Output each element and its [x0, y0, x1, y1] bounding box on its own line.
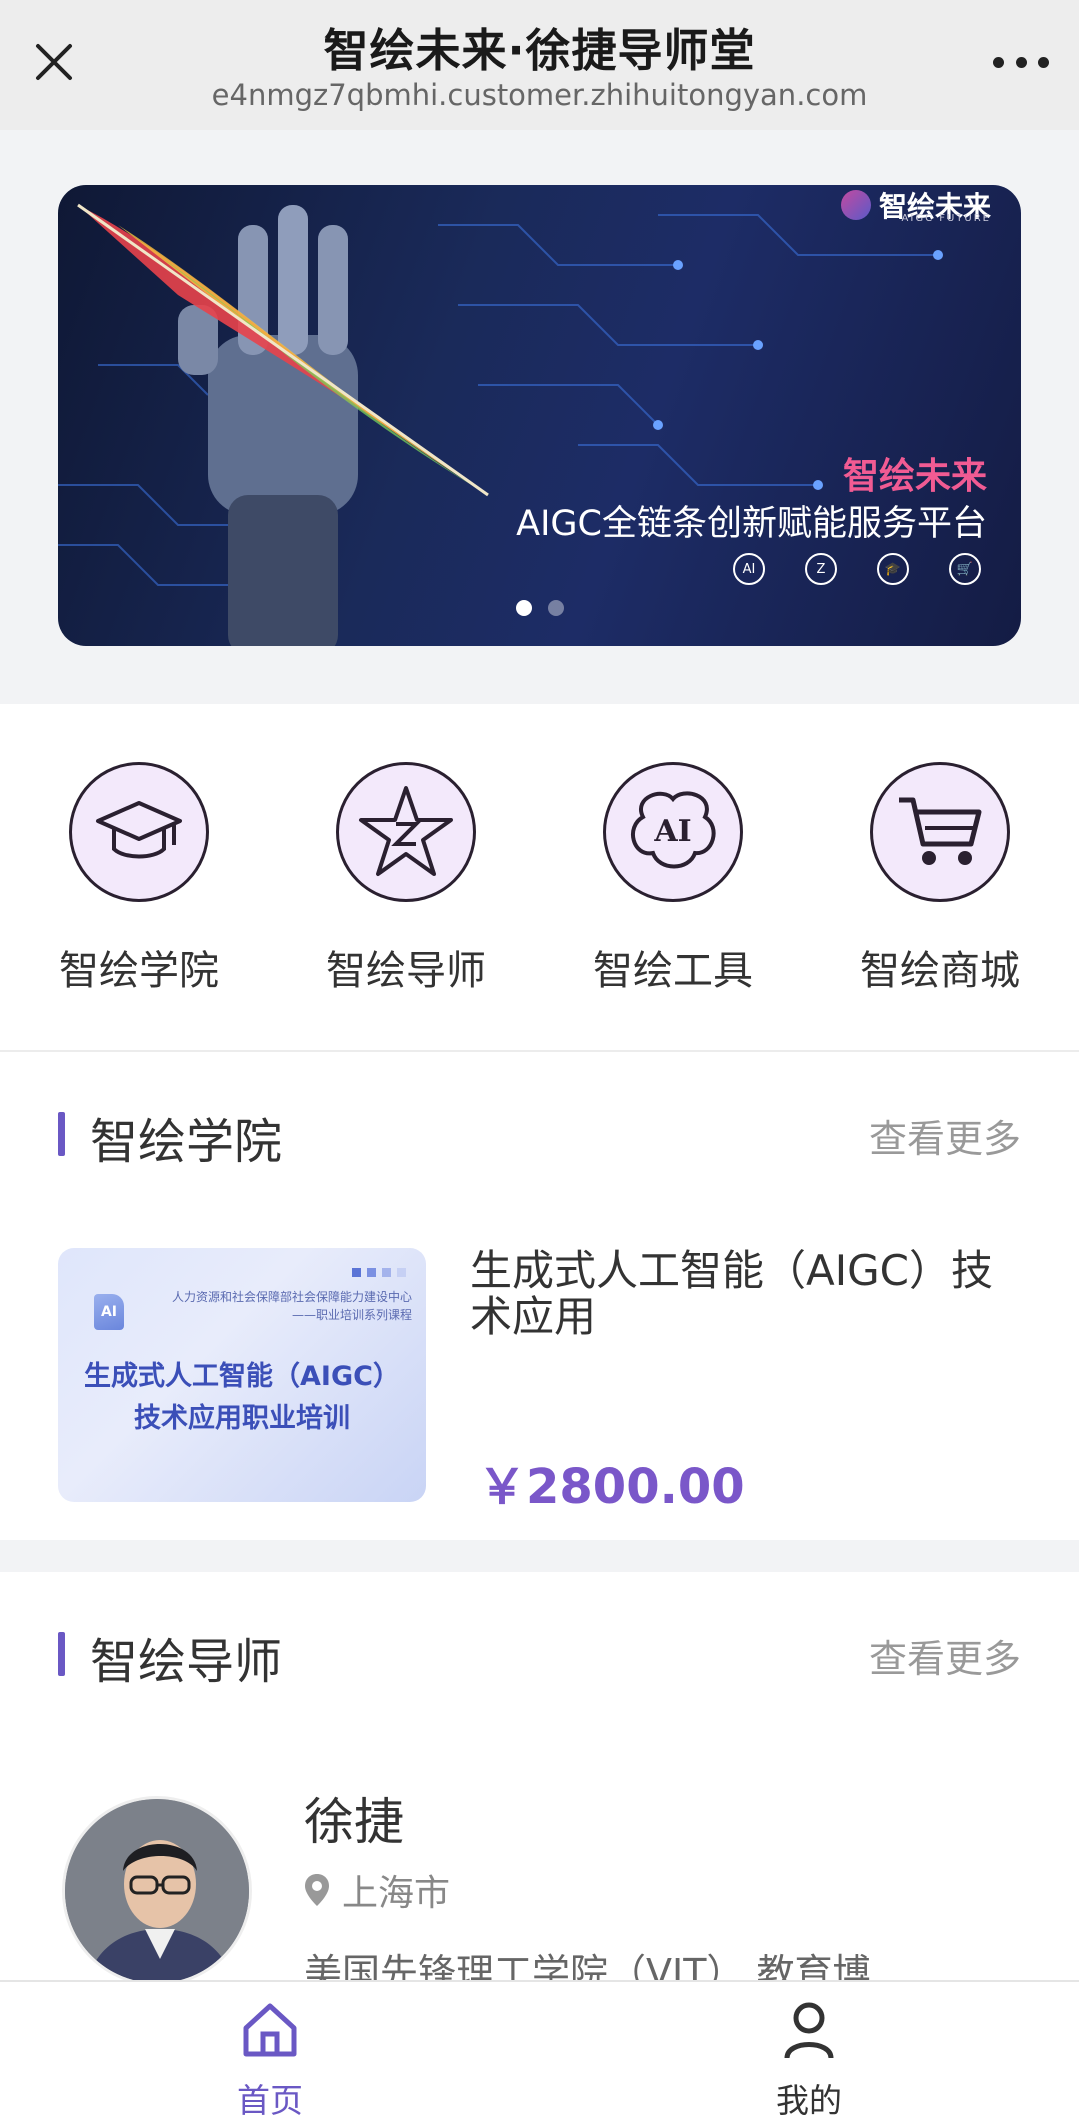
banner-carousel[interactable]: 智绘未来 AIGC FUTURE 智绘未来 AIGC全链条创新赋能服务平台 AI… [58, 185, 1021, 646]
tab-home-label: 首页 [237, 2081, 303, 2119]
page-title: 智绘未来·徐捷导师堂 [323, 24, 756, 77]
banner-logo: 智绘未来 AIGC FUTURE [840, 185, 991, 225]
ai-mini-icon: AI [733, 553, 765, 585]
tab-mine[interactable]: 我的 [709, 2000, 909, 2119]
tutor-location: 上海市 [304, 1864, 450, 1916]
quick-nav: 智绘学院 智绘导师 AI 智绘工具 智绘商城 [0, 704, 1079, 1050]
course-title[interactable]: 生成式人工智能（AIGC）技术应用 [470, 1248, 1010, 1340]
quicknav-tutor[interactable]: 智绘导师 [306, 762, 506, 996]
course-thumbnail[interactable]: AI 人力资源和社会保障部社会保障能力建设中心 ——职业培训系列课程 生成式人工… [58, 1248, 426, 1502]
logo-mark-icon [840, 190, 871, 220]
cart-mini-icon: 🛒 [949, 553, 981, 585]
ai-badge-icon: AI [94, 1294, 124, 1330]
course-price: ￥2800.00 [478, 1459, 745, 1515]
banner-slogan: AIGC全链条创新赋能服务平台 [516, 504, 987, 544]
course-image-title: 生成式人工智能（AIGC） 技术应用职业培训 [84, 1361, 400, 1434]
banner-area: 智绘未来 AIGC FUTURE 智绘未来 AIGC全链条创新赋能服务平台 AI… [0, 130, 1079, 704]
carousel-dot[interactable] [547, 600, 564, 616]
ai-brain-icon: AI [603, 762, 743, 902]
tutor-location-text: 上海市 [342, 1873, 451, 1914]
tab-home[interactable]: 首页 [170, 2000, 370, 2119]
banner-logo-subtext: AIGC FUTURE [901, 213, 991, 224]
quicknav-tools[interactable]: AI 智绘工具 [573, 762, 773, 996]
quicknav-label: 智绘商城 [860, 948, 1020, 994]
tutors-title: 智绘导师 [90, 1634, 283, 1690]
banner-mini-icons: AI Z 🎓 🛒 [733, 553, 981, 585]
tab-mine-label: 我的 [776, 2081, 842, 2119]
top-bar: 智绘未来·徐捷导师堂 e4nmgz7qbmhi.customer.zhihuit… [0, 0, 1079, 130]
star-z-icon [336, 762, 476, 902]
course-image-org: 人力资源和社会保障部社会保障能力建设中心 ——职业培训系列课程 [171, 1290, 412, 1322]
academy-title: 智绘学院 [90, 1114, 283, 1170]
user-icon [779, 2000, 839, 2060]
section-accent-bar [58, 1632, 65, 1676]
page: 智绘未来·徐捷导师堂 e4nmgz7qbmhi.customer.zhihuit… [0, 0, 1079, 2119]
page-url: e4nmgz7qbmhi.customer.zhihuitongyan.com [211, 78, 868, 112]
tutor-name[interactable]: 徐捷 [304, 1782, 404, 1854]
bottom-tab-bar: 首页 我的 [0, 1980, 1079, 2119]
home-icon [240, 2000, 300, 2060]
tutors-header: 智绘导师 查看更多 [58, 1622, 1021, 1690]
academy-more-link[interactable]: 查看更多 [869, 1108, 1021, 1163]
shopping-cart-icon [870, 762, 1010, 902]
cap-mini-icon: 🎓 [877, 553, 909, 585]
section-accent-bar [58, 1112, 65, 1156]
graduation-cap-icon [69, 762, 209, 902]
academy-section: 智绘学院 查看更多 AI 人力资源和社会保障部社会保障能力建设中心 ——职业培训… [0, 1052, 1079, 1540]
quicknav-label: 智绘导师 [326, 948, 486, 994]
star-mini-icon: Z [805, 553, 837, 585]
quicknav-mall[interactable]: 智绘商城 [840, 762, 1040, 996]
more-dots-icon[interactable] [993, 48, 1049, 76]
quicknav-label: 智绘工具 [593, 948, 753, 994]
tutors-more-link[interactable]: 查看更多 [869, 1628, 1021, 1683]
quicknav-label: 智绘学院 [59, 948, 219, 994]
carousel-dot-active[interactable] [515, 600, 532, 616]
quicknav-academy[interactable]: 智绘学院 [39, 762, 239, 996]
carousel-dots [58, 600, 1021, 616]
location-pin-icon [305, 1874, 329, 1906]
academy-header: 智绘学院 查看更多 [58, 1102, 1021, 1170]
banner-brand: 智绘未来 [842, 456, 987, 497]
svg-text:AI: AI [653, 814, 691, 849]
tutors-section: 智绘导师 查看更多 徐捷 上海市 美国先锋理工学院（VIT） 教育博 [0, 1572, 1079, 1995]
tutor-avatar[interactable] [62, 1796, 252, 1986]
decor-squares [352, 1268, 406, 1277]
